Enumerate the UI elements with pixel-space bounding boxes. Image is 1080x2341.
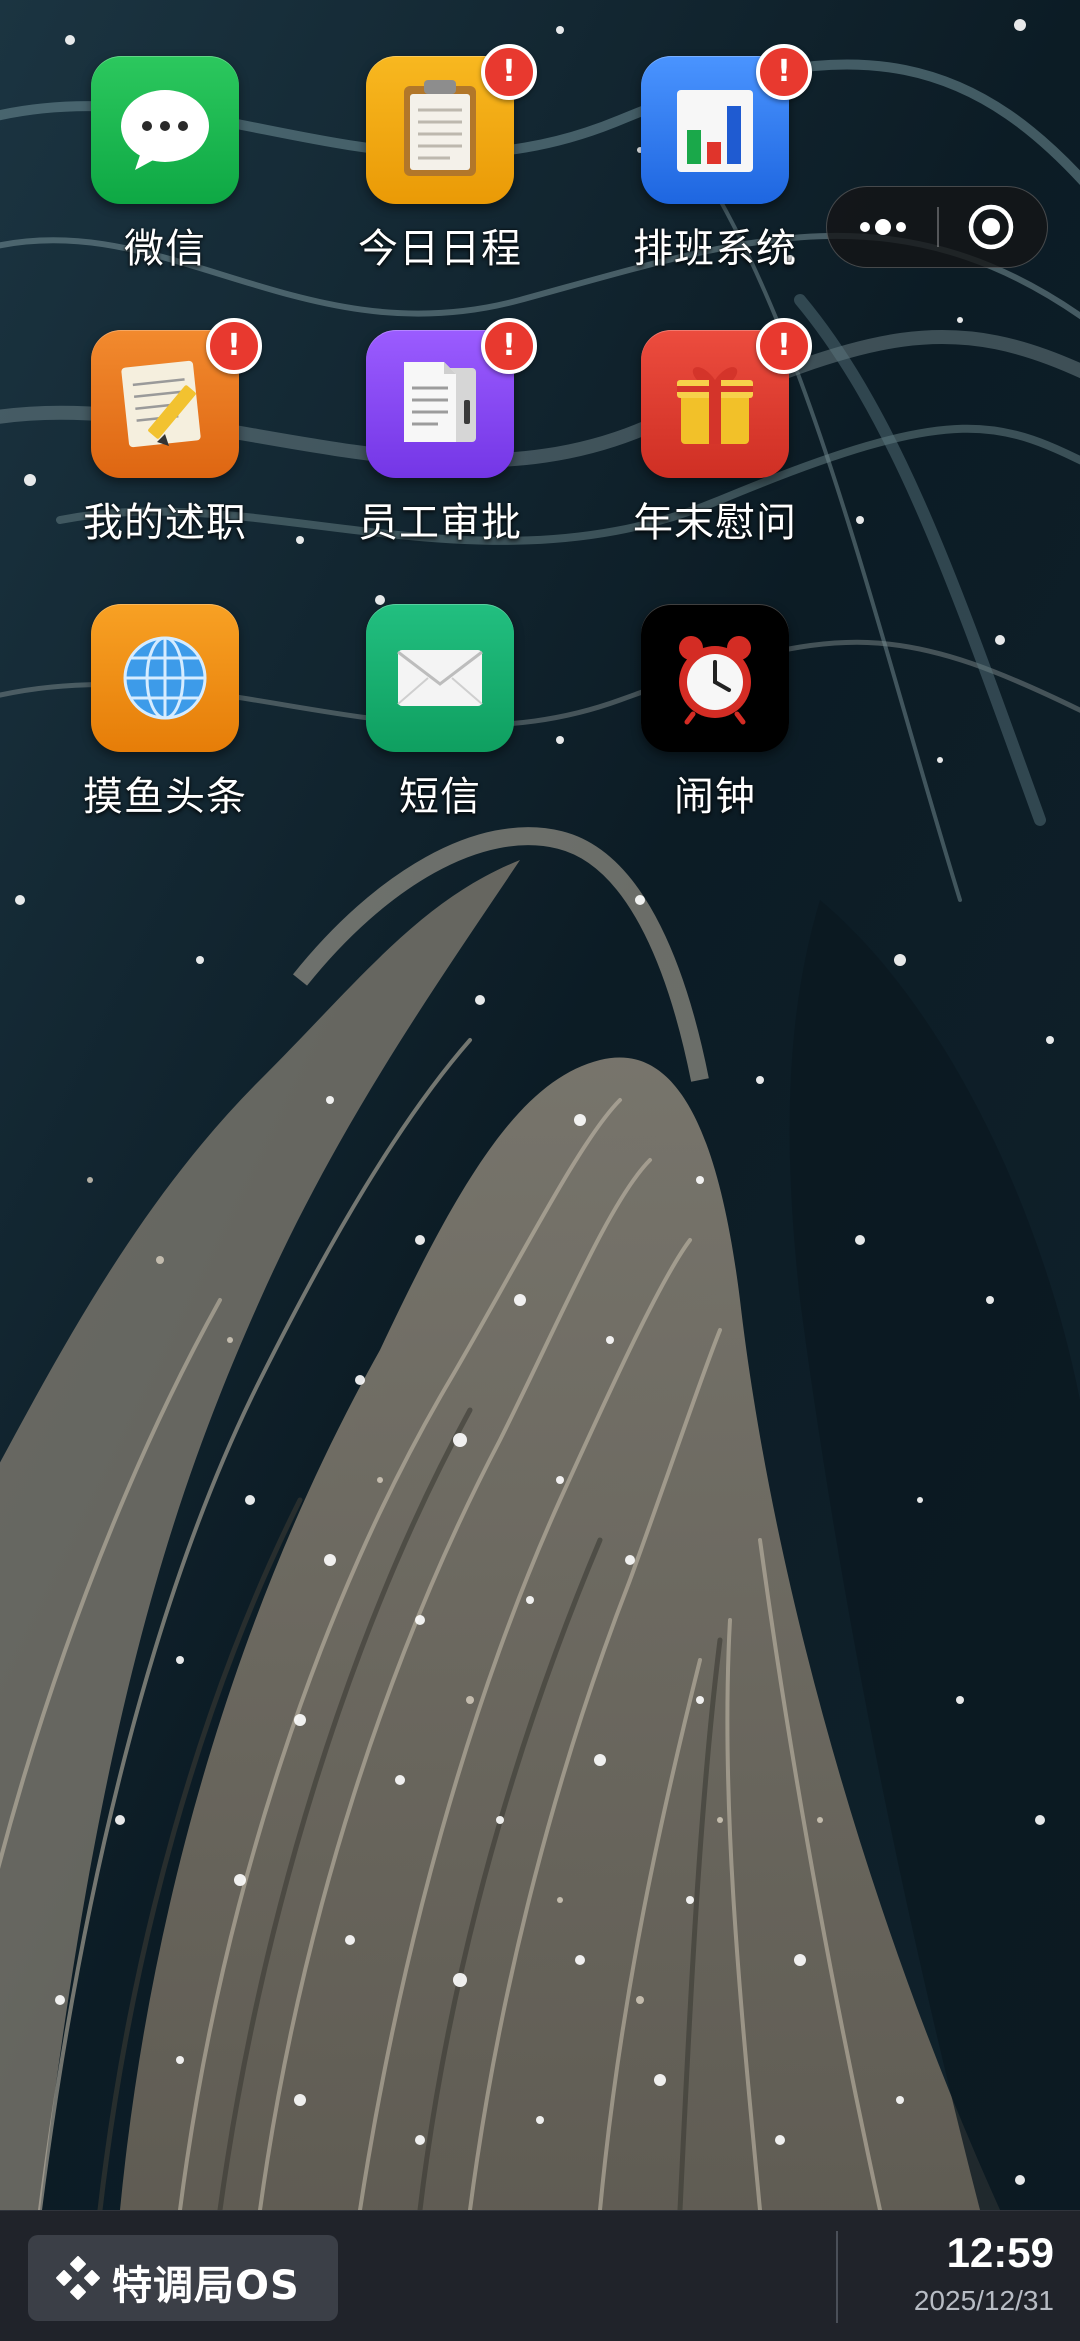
app-alarm[interactable]: 闹钟 [586, 604, 806, 844]
globe-icon[interactable] [91, 604, 239, 752]
diamond-dots-icon [56, 2256, 100, 2300]
app-label: 年末慰问 [633, 500, 797, 546]
notification-badge: ! [756, 318, 812, 374]
clock-time[interactable]: 12:59 [850, 2229, 1054, 2277]
start-button[interactable]: 特调局OS [28, 2235, 338, 2321]
clock-date[interactable]: 2025/12/31 [850, 2285, 1054, 2317]
app-label: 今日日程 [358, 226, 522, 272]
app-today-schedule[interactable]: ! 今日日程 [311, 44, 537, 296]
app-label: 微信 [124, 226, 206, 272]
taskbar-divider [836, 2231, 838, 2323]
app-label: 摸鱼头条 [83, 774, 247, 820]
app-my-report[interactable]: ! 我的述职 [36, 318, 262, 570]
app-sms[interactable]: 短信 [311, 604, 531, 844]
app-employee-approval[interactable]: ! 员工审批 [311, 318, 537, 570]
start-label: 特调局OS [112, 2263, 300, 2309]
notification-badge: ! [481, 44, 537, 100]
wechat-icon[interactable] [91, 56, 239, 204]
target-circle-icon[interactable] [939, 187, 1047, 267]
more-dots-icon[interactable] [827, 187, 937, 267]
app-wechat[interactable]: 微信 [36, 56, 256, 296]
app-label: 闹钟 [674, 774, 756, 820]
notification-badge: ! [206, 318, 262, 374]
app-label: 短信 [399, 774, 481, 820]
app-label: 排班系统 [633, 226, 797, 272]
taskbar: 特调局OS 12:59 2025/12/31 [0, 2210, 1080, 2341]
notification-badge: ! [481, 318, 537, 374]
notification-badge: ! [756, 44, 812, 100]
app-scheduling-system[interactable]: ! 排班系统 [586, 44, 812, 296]
alarm-clock-icon[interactable] [641, 604, 789, 752]
app-label: 我的述职 [83, 500, 247, 546]
envelope-icon[interactable] [366, 604, 514, 752]
app-label: 员工审批 [358, 500, 522, 546]
app-year-end-greetings[interactable]: ! 年末慰问 [586, 318, 812, 570]
mini-program-capsule [826, 186, 1048, 268]
app-slacking-headlines[interactable]: 摸鱼头条 [36, 604, 256, 844]
